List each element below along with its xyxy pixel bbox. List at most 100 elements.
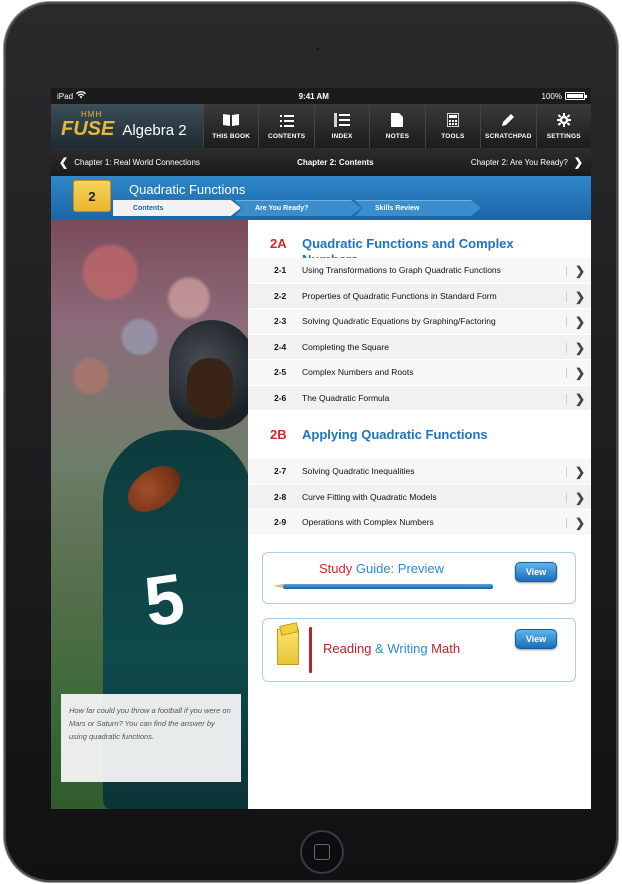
divider (566, 342, 567, 353)
prev-chapter-link[interactable]: ❮ Chapter 1: Real World Connections (59, 156, 200, 169)
chevron-right-icon: ❯ (574, 391, 585, 406)
chevron-right-icon: ❯ (574, 490, 585, 505)
section-title: Quadratic Functions and Complex Numbers (302, 236, 514, 258)
current-chapter-label: Chapter 2: Contents (297, 157, 374, 167)
lesson-number: 2-8 (274, 491, 287, 502)
toolbar-label: CONTENTS (267, 132, 306, 140)
lesson-number: 2-5 (274, 367, 287, 378)
toolbar-contents[interactable]: CONTENTS (258, 104, 313, 148)
index-icon (334, 112, 351, 131)
lesson-item[interactable]: 2-6 The Quadratic Formula ❯ (248, 385, 591, 411)
screen: iPad 9:41 AM 100% HMH FUSE Algebra 2 THI… (51, 88, 591, 809)
chapter-number-badge: 2 (73, 180, 111, 212)
chapter-header: 2 Quadratic Functions Contents Are You R… (51, 176, 591, 220)
lesson-item[interactable]: 2-5 Complex Numbers and Roots ❯ (248, 360, 591, 386)
study-guide-card[interactable]: Study Guide: Preview View (262, 552, 576, 604)
status-bar: iPad 9:41 AM 100% (51, 88, 591, 104)
reading-writing-math-card[interactable]: Reading & Writing Math View (262, 618, 576, 682)
chevron-right-icon: ❯ (574, 366, 585, 380)
toolbar-settings[interactable]: SETTINGS (535, 104, 591, 148)
section-code: 2A (270, 236, 287, 251)
chevron-right-icon: ❯ (574, 289, 585, 304)
book-icon (222, 113, 240, 131)
section-code: 2B (270, 427, 287, 442)
toolbar-scratchpad[interactable]: SCRATCHPAD (480, 104, 535, 148)
tab-skills-review[interactable]: Skills Review (355, 200, 481, 216)
toolbar-label: THIS BOOK (212, 132, 251, 140)
camera (314, 46, 321, 53)
study-guide-view-button[interactable]: View (515, 562, 557, 582)
divider (566, 518, 567, 528)
lesson-list-2a: 2-1 Using Transformations to Graph Quadra… (248, 258, 591, 411)
section-title: Applying Quadratic Functions (302, 427, 488, 442)
toolbar-this-book[interactable]: THIS BOOK (203, 104, 258, 148)
calculator-icon (446, 111, 460, 131)
lesson-title: Completing the Square (302, 341, 389, 352)
lesson-item[interactable]: 2-8 Curve Fitting with Quadratic Models ❯ (248, 484, 591, 510)
chapter-tabs: Contents Are You Ready? Skills Review (113, 200, 481, 216)
divider (566, 368, 567, 378)
lesson-title: The Quadratic Formula (302, 392, 390, 403)
lesson-item[interactable]: 2-3 Solving Quadratic Equations by Graphi… (248, 309, 591, 335)
lesson-item[interactable]: 2-9 Operations with Complex Numbers ❯ (248, 510, 591, 536)
carrier-label: iPad (57, 91, 74, 101)
toolbar-label: SETTINGS (546, 132, 581, 140)
gear-icon (556, 112, 571, 131)
lesson-title: Solving Quadratic Equations by Graphing/… (302, 316, 496, 327)
rwm-title-c: Math (431, 641, 461, 656)
lesson-title: Using Transformations to Graph Quadratic… (302, 265, 501, 276)
pencil-icon (501, 113, 515, 131)
app-header: HMH FUSE Algebra 2 THIS BOOK CONTENTS IN… (51, 104, 591, 148)
notes-icon (391, 112, 404, 131)
study-guide-title: Study Guide: Preview (319, 561, 444, 576)
chapter-photo: 5 How far could you throw a football if … (51, 220, 248, 809)
home-button[interactable] (300, 830, 344, 874)
app-logo[interactable]: HMH FUSE Algebra 2 (51, 104, 203, 148)
app-title: Algebra 2 (122, 121, 187, 139)
lesson-item[interactable]: 2-4 Completing the Square ❯ (248, 334, 591, 360)
lesson-number: 2-1 (274, 265, 287, 276)
tab-are-you-ready[interactable]: Are You Ready? (235, 200, 361, 216)
lesson-number: 2-2 (274, 290, 287, 301)
divider (566, 393, 567, 404)
pencil-icon (273, 584, 493, 589)
next-chapter-link[interactable]: Chapter 2: Are You Ready? ❯ (471, 156, 583, 169)
lesson-item[interactable]: 2-2 Properties of Quadratic Functions in … (248, 283, 591, 309)
lesson-title: Solving Quadratic Inequalities (302, 466, 415, 477)
reading-writing-math-view-button[interactable]: View (515, 629, 557, 649)
caption-text: How far could you throw a football if yo… (69, 706, 231, 741)
next-chapter-label: Chapter 2: Are You Ready? (470, 157, 568, 167)
tab-contents[interactable]: Contents (113, 200, 241, 216)
divider (566, 492, 567, 503)
toolbar-index[interactable]: INDEX (313, 104, 369, 148)
prev-chapter-label: Chapter 1: Real World Connections (74, 157, 200, 167)
lesson-title: Properties of Quadratic Functions in Sta… (302, 290, 497, 301)
lesson-item[interactable]: 2-7 Solving Quadratic Inequalities ❯ (248, 459, 591, 485)
battery-percent: 100% (541, 91, 562, 101)
chevron-right-icon: ❯ (574, 264, 585, 278)
list-icon (279, 113, 294, 131)
divider (566, 467, 567, 477)
chevron-left-icon: ❮ (59, 156, 69, 169)
toolbar: THIS BOOK CONTENTS INDEX NOTES TOOLS SCR… (203, 104, 591, 148)
lesson-number: 2-9 (274, 517, 287, 528)
divider (566, 317, 567, 327)
study-guide-title-a: Study (319, 561, 356, 576)
rwm-title-a: Reading (323, 641, 376, 656)
contents-panel: 2A Quadratic Functions and Complex Numbe… (248, 220, 591, 809)
lesson-item[interactable]: 2-1 Using Transformations to Graph Quadra… (248, 258, 591, 284)
lesson-list-2b: 2-7 Solving Quadratic Inequalities ❯ 2-8 Cu… (248, 459, 591, 536)
reading-writing-math-title: Reading & Writing Math (323, 641, 460, 656)
lesson-title: Operations with Complex Numbers (302, 517, 434, 528)
study-guide-title-b: Guide: Preview (355, 561, 445, 576)
battery-icon (565, 92, 587, 100)
toolbar-tools[interactable]: TOOLS (424, 104, 480, 148)
toolbar-label: TOOLS (441, 132, 465, 140)
divider (566, 266, 567, 276)
chapter-nav: ❮ Chapter 1: Real World Connections Chap… (51, 148, 591, 176)
pen-icon (309, 627, 312, 673)
logo-fuse: FUSE (61, 117, 115, 140)
lesson-title: Complex Numbers and Roots (302, 367, 414, 378)
toolbar-label: SCRATCHPAD (485, 132, 532, 140)
toolbar-notes[interactable]: NOTES (369, 104, 424, 148)
